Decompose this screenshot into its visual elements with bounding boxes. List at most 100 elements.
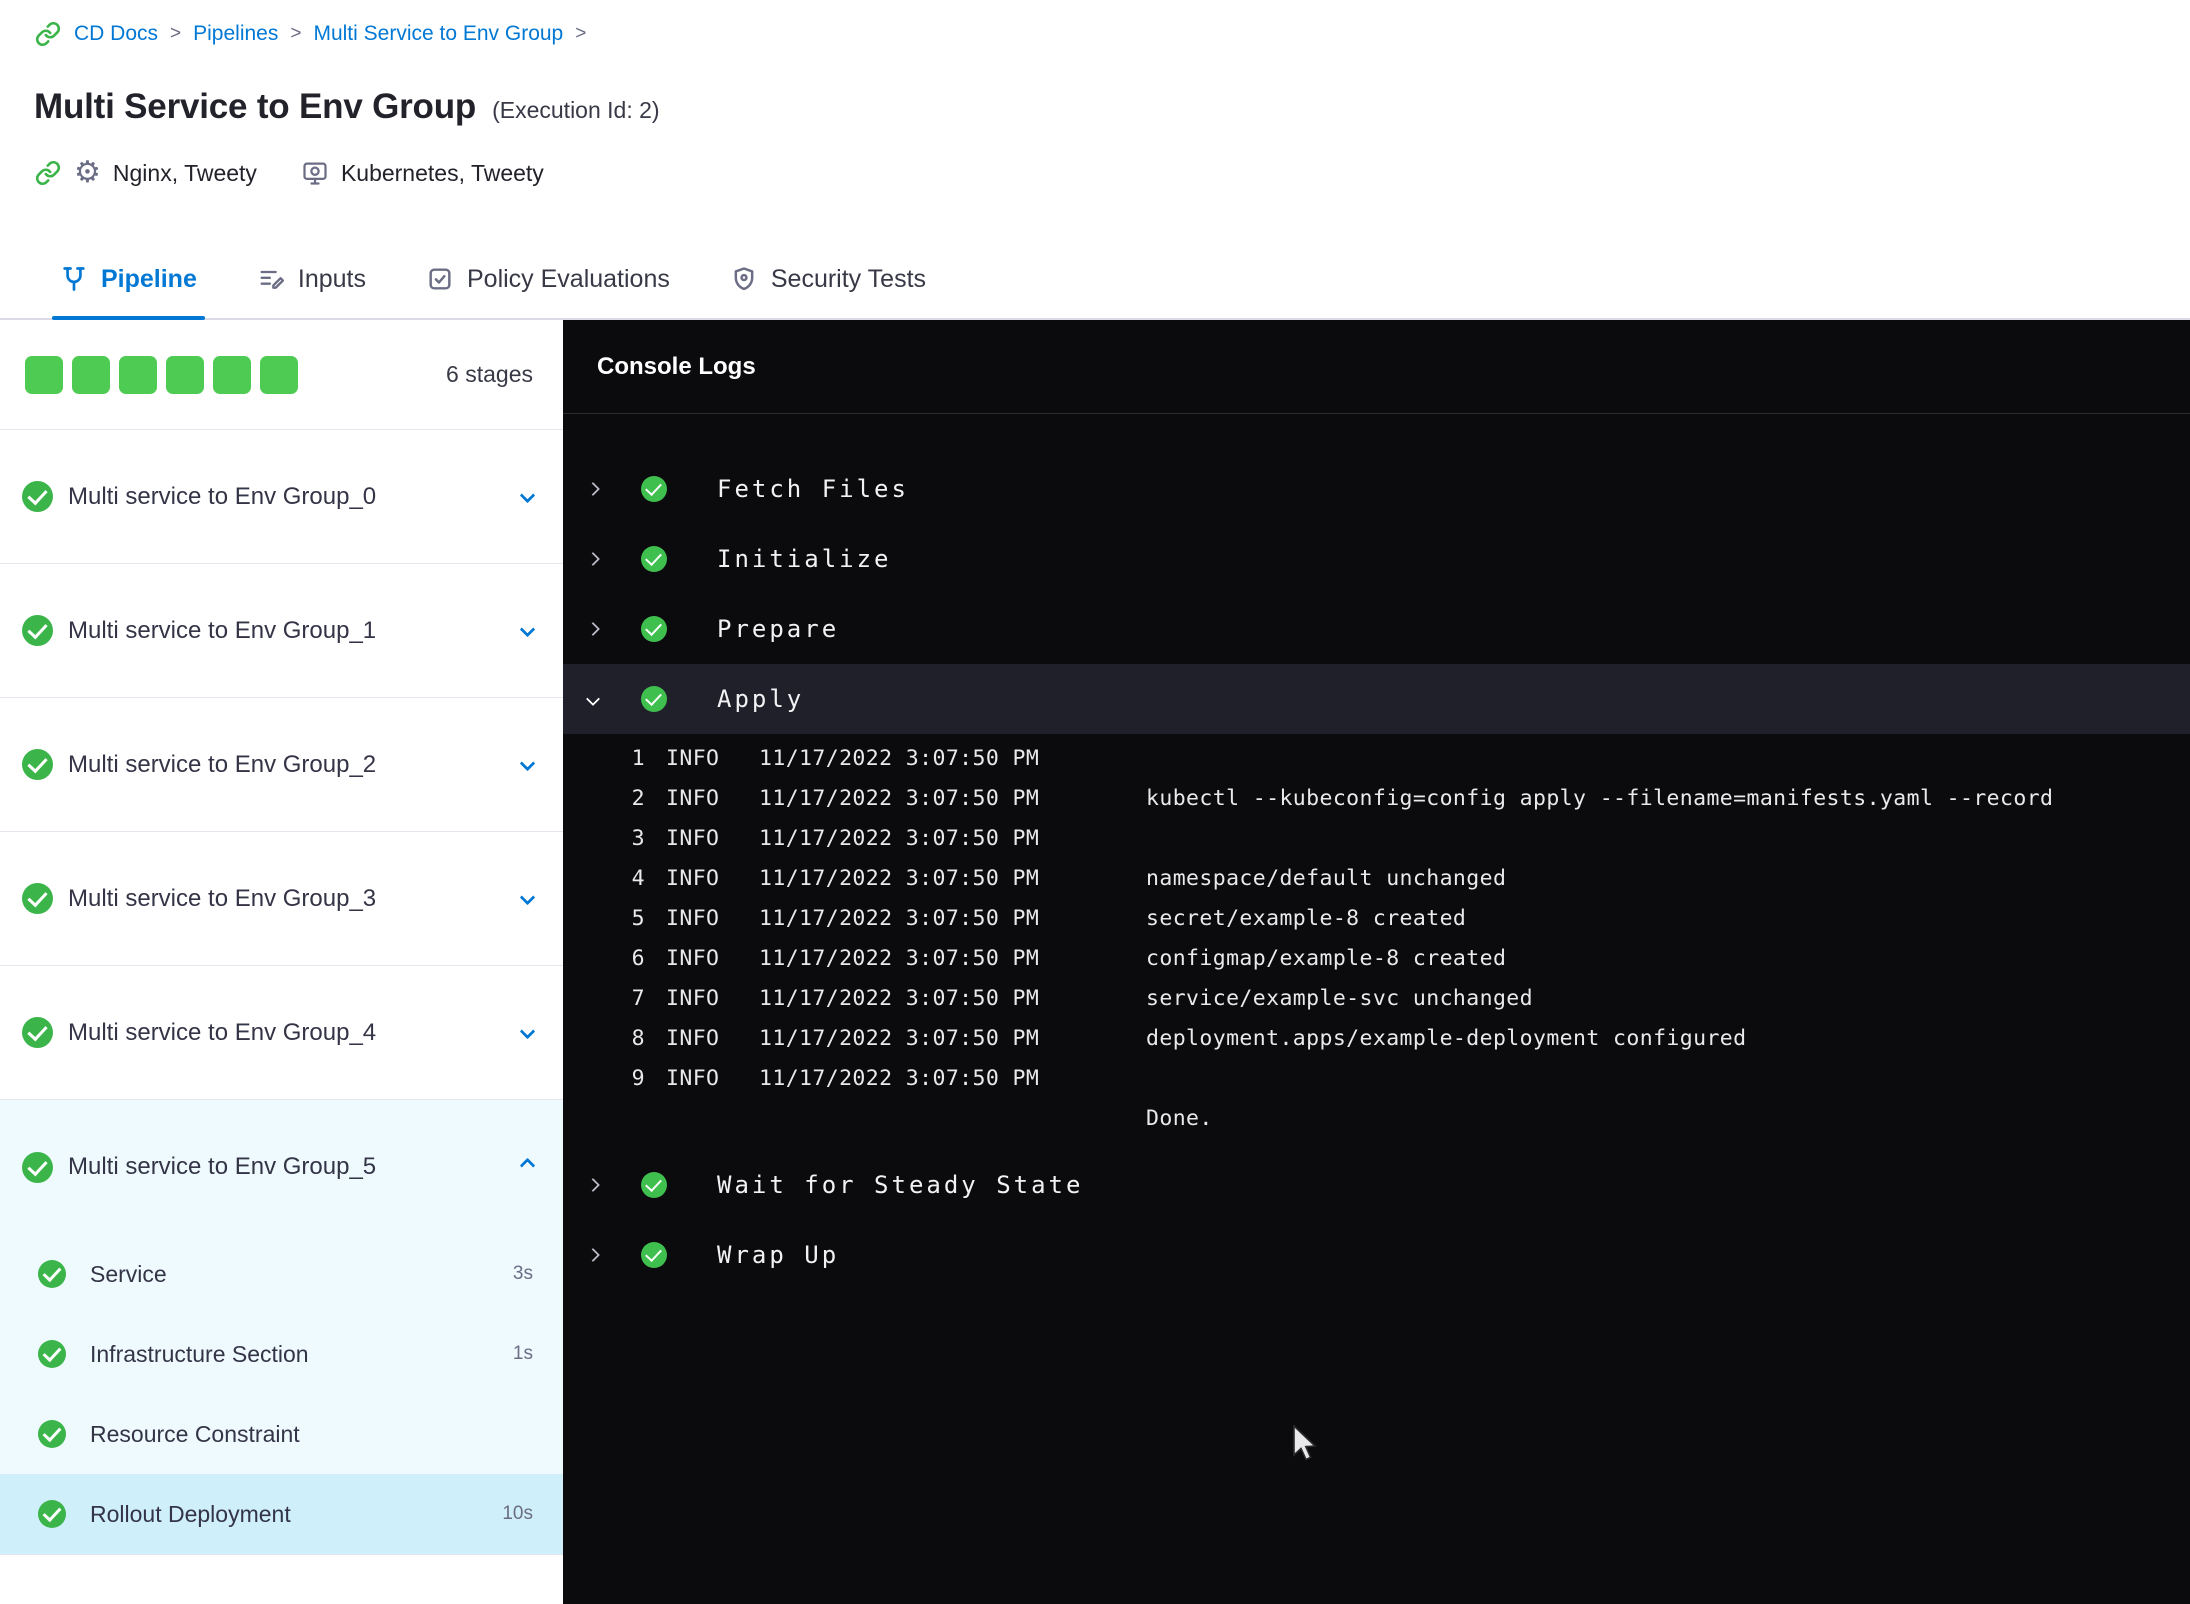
console-step-row[interactable]: Wrap Up [563, 1220, 2190, 1290]
breadcrumb-link[interactable]: Pipelines [193, 22, 278, 46]
chevron-down-icon[interactable] [519, 755, 536, 774]
stage-success-square [213, 355, 251, 394]
log-level: INFO [666, 905, 720, 931]
log-output: 1 INFO 11/17/2022 3:07:50 PM 2 INFO 11/1… [563, 734, 2190, 1150]
stage-row[interactable]: Multi service to Env Group_5 [0, 1100, 563, 1234]
page-title: Multi Service to Env Group [34, 87, 477, 126]
log-message: namespace/default unchanged [1146, 865, 1507, 891]
stage-row[interactable]: Multi service to Env Group_0 [0, 430, 563, 564]
log-level: INFO [666, 785, 720, 811]
log-line: Done. [563, 1098, 2190, 1138]
chevron-down-icon[interactable] [519, 487, 536, 506]
chevron-down-icon[interactable] [585, 691, 601, 707]
stage-success-square [166, 355, 204, 394]
chevron-down-icon[interactable] [519, 1157, 536, 1176]
stage-row[interactable]: Multi service to Env Group_3 [0, 832, 563, 966]
console-step-row[interactable]: Prepare [563, 594, 2190, 664]
stage-group: Multi service to Env Group_0 [0, 430, 563, 564]
console-steps[interactable]: Fetch Files Initialize Prepare Apply 1 I… [563, 414, 2190, 1290]
chevron-down-icon[interactable] [519, 889, 536, 908]
link-icon [34, 20, 62, 48]
step-row[interactable]: Infrastructure Section 1s [0, 1314, 563, 1394]
log-timestamp: 11/17/2022 3:07:50 PM [759, 945, 1040, 971]
tab-label: Inputs [297, 264, 366, 293]
console-step-row[interactable]: Initialize [563, 524, 2190, 594]
security-icon [730, 265, 758, 293]
log-timestamp: 11/17/2022 3:07:50 PM [759, 825, 1040, 851]
breadcrumb-link[interactable]: CD Docs [74, 22, 158, 46]
success-check-icon [38, 1500, 66, 1528]
success-check-icon [22, 749, 53, 780]
stage-label: Multi service to Env Group_0 [68, 482, 377, 510]
log-line: 5 INFO 11/17/2022 3:07:50 PM secret/exam… [563, 898, 2190, 938]
log-level: INFO [666, 945, 720, 971]
console-step-label: Prepare [717, 615, 840, 643]
log-timestamp: 11/17/2022 3:07:50 PM [759, 865, 1040, 891]
log-line-number: 8 [631, 1025, 645, 1051]
console-header: Console Logs [563, 320, 2190, 414]
chevron-right-icon[interactable] [585, 551, 601, 567]
chevron-right-icon[interactable] [585, 621, 601, 637]
stage-step-list: Service 3s Infrastructure Section 1s Res… [0, 1234, 563, 1554]
stage-row[interactable]: Multi service to Env Group_1 [0, 564, 563, 698]
log-line: 4 INFO 11/17/2022 3:07:50 PM namespace/d… [563, 858, 2190, 898]
chevron-right-icon[interactable] [585, 1247, 601, 1263]
tab-label: Security Tests [770, 264, 927, 293]
execution-id: (Execution Id: 2) [492, 97, 660, 123]
tab-bar: Pipeline Inputs Policy Evaluations Security… [0, 240, 2190, 320]
execution-header: CD Docs > Pipelines > Multi Service to Env G… [0, 0, 2190, 190]
tab-security-tests[interactable]: Security Tests [700, 240, 956, 318]
policy-icon [426, 265, 454, 293]
step-duration: 10s [502, 1503, 533, 1524]
chevron-down-icon[interactable] [519, 621, 536, 640]
step-row[interactable]: Rollout Deployment 10s [0, 1474, 563, 1554]
log-level: INFO [666, 825, 720, 851]
log-line: 6 INFO 11/17/2022 3:07:50 PM configmap/e… [563, 938, 2190, 978]
success-check-icon [641, 476, 667, 502]
step-row[interactable]: Resource Constraint [0, 1394, 563, 1474]
tab-pipeline[interactable]: Pipeline [30, 240, 227, 320]
console-panel: Console Logs Fetch Files Initialize Prep… [563, 320, 2190, 1604]
pipeline-icon [60, 265, 88, 293]
stage-label: Multi service to Env Group_3 [68, 884, 377, 912]
services-label: Nginx, Tweety [112, 159, 257, 186]
log-timestamp: 11/17/2022 3:07:50 PM [759, 1065, 1040, 1091]
console-step-label: Initialize [717, 545, 892, 573]
services-group: ⚙ Nginx, Tweety [34, 158, 257, 188]
log-line: 1 INFO 11/17/2022 3:07:50 PM [563, 738, 2190, 778]
log-message: service/example-svc unchanged [1146, 985, 1533, 1011]
console-step-label: Apply [717, 685, 805, 713]
success-check-icon [22, 883, 53, 914]
stage-list: Multi service to Env Group_0 Multi servi… [0, 430, 563, 1555]
log-timestamp: 11/17/2022 3:07:50 PM [759, 745, 1040, 771]
log-message: kubectl --kubeconfig=config apply --file… [1146, 785, 2054, 811]
tab-label: Policy Evaluations [466, 264, 670, 293]
stage-row[interactable]: Multi service to Env Group_4 [0, 966, 563, 1100]
tab-inputs[interactable]: Inputs [227, 240, 396, 318]
breadcrumb: CD Docs > Pipelines > Multi Service to Env G… [34, 20, 2190, 48]
chevron-right-icon[interactable] [585, 481, 601, 497]
step-row[interactable]: Service 3s [0, 1234, 563, 1314]
success-check-icon [22, 481, 53, 512]
tab-policy-evaluations[interactable]: Policy Evaluations [396, 240, 700, 318]
log-line: 9 INFO 11/17/2022 3:07:50 PM [563, 1058, 2190, 1098]
log-line-number: 4 [631, 865, 645, 891]
chevron-down-icon[interactable] [519, 1023, 536, 1042]
environments-group: Kubernetes, Tweety [301, 159, 544, 187]
chevron-right-icon[interactable] [585, 1177, 601, 1193]
environments-label: Kubernetes, Tweety [340, 159, 544, 186]
breadcrumb-link[interactable]: Multi Service to Env Group [313, 22, 563, 46]
link-icon [34, 159, 62, 187]
console-step-row[interactable]: Apply [563, 664, 2190, 734]
console-step-row[interactable]: Fetch Files [563, 454, 2190, 524]
step-duration: 1s [512, 1343, 533, 1364]
breadcrumb-separator: > [170, 23, 182, 44]
title-row: Multi Service to Env Group (Execution Id… [34, 86, 2190, 128]
log-message: deployment.apps/example-deployment confi… [1146, 1025, 1747, 1051]
main-split: 6 stages Multi service to Env Group_0 Mu… [0, 320, 2190, 1604]
console-step-row[interactable]: Wait for Steady State [563, 1150, 2190, 1220]
stage-row[interactable]: Multi service to Env Group_2 [0, 698, 563, 832]
stage-progress-squares [25, 355, 298, 394]
environment-icon [301, 159, 329, 187]
meta-row: ⚙ Nginx, Tweety Kubernetes, Tweety [34, 156, 2190, 190]
